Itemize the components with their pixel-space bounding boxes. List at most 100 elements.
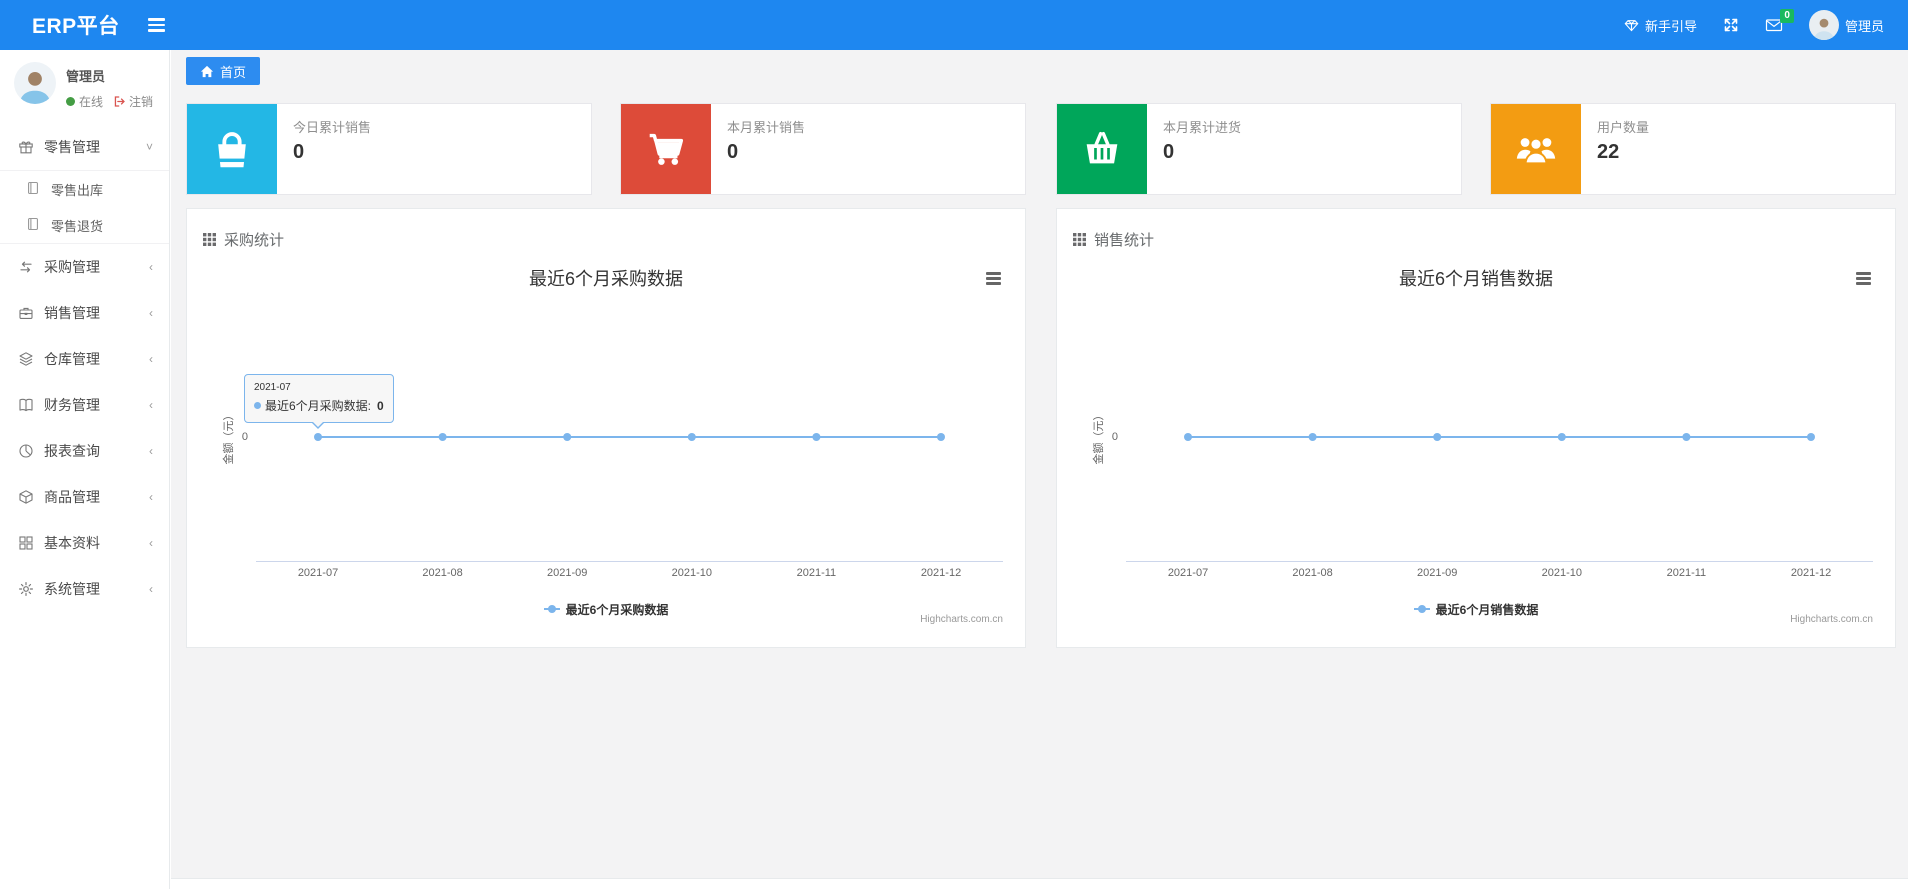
sidebar-item-warehouse[interactable]: 仓库管理 ‹: [0, 336, 169, 382]
chevron-left-icon: ‹: [149, 398, 153, 412]
fullscreen-button[interactable]: [1723, 17, 1739, 33]
stat-label: 今日累计销售: [293, 120, 372, 135]
sidebar-username: 管理员: [66, 69, 106, 84]
purchase-chart: 最近6个月采购数据 金额（元） 2021-07 最近6个月采购数据: 0 最近6…: [202, 255, 1010, 631]
sidebar-item-basic-data[interactable]: 基本资料 ‹: [0, 520, 169, 566]
gear-icon: [18, 581, 34, 597]
avatar: [14, 62, 56, 104]
panel-header: 销售统计: [1057, 209, 1895, 255]
briefcase-icon: [18, 305, 34, 321]
sidebar-item-finance[interactable]: 财务管理 ‹: [0, 382, 169, 428]
chevron-left-icon: ‹: [149, 352, 153, 366]
tooltip-value: 0: [377, 398, 384, 413]
chart-export-menu-icon[interactable]: [983, 269, 1004, 288]
online-status-label: 在线: [79, 95, 104, 109]
guide-button[interactable]: 新手引导: [1624, 16, 1697, 35]
chevron-left-icon: ‹: [149, 306, 153, 320]
sidebar-user-panel: 管理员 在线 注销: [0, 50, 169, 120]
shopping-bag-icon: [187, 104, 277, 194]
legend-line-icon: [543, 605, 560, 613]
book-icon: [18, 397, 34, 413]
fullscreen-icon: [1724, 18, 1738, 32]
stat-card-month-purchases[interactable]: 本月累计进货 0: [1056, 103, 1462, 195]
messages-button[interactable]: 0: [1765, 9, 1794, 33]
sidebar-item-retail-return[interactable]: 零售退货: [0, 207, 169, 243]
x-axis-label: 2021-10: [1541, 567, 1582, 579]
chevron-left-icon: ‹: [149, 260, 153, 274]
y-axis-tick-label: 0: [241, 431, 248, 443]
sidebar-toggle-icon[interactable]: [147, 18, 165, 32]
sidebar-menu: 零售管理 ˅ 零售出库 零售退货 采购管理 ‹ 销售管理 ‹ 仓库管理 ‹ 财务…: [0, 124, 169, 612]
stat-label: 用户数量: [1597, 120, 1650, 135]
x-axis-label: 2021-08: [1292, 567, 1333, 579]
stat-card-user-count[interactable]: 用户数量 22: [1490, 103, 1896, 195]
cart-icon: [621, 104, 711, 194]
guide-label: 新手引导: [1644, 18, 1697, 34]
avatar: [1808, 10, 1839, 40]
data-point-marker[interactable]: [438, 433, 447, 441]
data-point-marker[interactable]: [1308, 433, 1317, 441]
panel-purchase-stats: 采购统计 最近6个月采购数据 金额（元） 2021-07 最近6个月采购数据: …: [186, 208, 1026, 648]
sidebar-item-purchase[interactable]: 采购管理 ‹: [0, 244, 169, 290]
data-point-marker[interactable]: [1184, 433, 1192, 441]
data-point-marker[interactable]: [563, 433, 572, 441]
legend-item[interactable]: 最近6个月采购数据: [543, 601, 668, 618]
chart-credits[interactable]: Highcharts.com.cn: [1790, 614, 1873, 625]
chart-credits[interactable]: Highcharts.com.cn: [920, 614, 1003, 625]
grid-icon: [18, 535, 34, 551]
logout-button[interactable]: 注销: [113, 93, 153, 110]
chevron-left-icon: ‹: [149, 582, 153, 596]
x-axis-label: 2021-10: [671, 567, 712, 579]
sidebar-item-products[interactable]: 商品管理 ‹: [0, 474, 169, 520]
gift-icon: [18, 139, 34, 155]
user-menu[interactable]: 管理员: [1808, 10, 1884, 40]
x-axis-label: 2021-07: [297, 567, 339, 579]
page-footer: [171, 878, 1908, 889]
pie-chart-icon: [18, 443, 34, 459]
sidebar-item-reports[interactable]: 报表查询 ‹: [0, 428, 169, 474]
cube-icon: [18, 489, 34, 505]
data-point-marker[interactable]: [812, 433, 821, 441]
data-point-marker[interactable]: [314, 433, 322, 441]
sidebar: 管理员 在线 注销 零售管理 ˅ 零售出库 零售退货 采购管理 ‹ 销售管理 ‹…: [0, 50, 170, 889]
x-axis-label: 2021-09: [1417, 567, 1458, 579]
panel-title: 销售统计: [1094, 232, 1155, 249]
tab-home[interactable]: 首页: [186, 57, 261, 85]
x-axis-label: 2021-11: [796, 567, 837, 579]
legend-label: 最近6个月销售数据: [1435, 602, 1539, 617]
username-label: 管理员: [1844, 18, 1884, 34]
data-point-marker[interactable]: [937, 433, 945, 441]
legend-item[interactable]: 最近6个月销售数据: [1413, 601, 1539, 618]
stat-value: 0: [727, 141, 739, 163]
online-status-icon: [66, 97, 75, 106]
sidebar-item-retail[interactable]: 零售管理 ˅: [0, 124, 169, 170]
sidebar-item-sales[interactable]: 销售管理 ‹: [0, 290, 169, 336]
panel-header: 采购统计: [187, 209, 1025, 255]
data-point-marker[interactable]: [1682, 433, 1691, 441]
stat-label: 本月累计进货: [1163, 120, 1242, 135]
main-content: 首页 今日累计销售 0 本月累计销售 0 本月累计进货 0 用户数量 22 采购…: [171, 50, 1908, 889]
sidebar-item-retail-outbound[interactable]: 零售出库: [0, 171, 169, 207]
th-grid-icon: [1073, 233, 1086, 246]
data-point-marker[interactable]: [1557, 433, 1566, 441]
chart-export-menu-icon[interactable]: [1853, 269, 1874, 288]
stat-card-today-sales[interactable]: 今日累计销售 0: [186, 103, 592, 195]
stat-value: 0: [1163, 141, 1175, 163]
th-grid-icon: [203, 233, 216, 246]
chart-title: 最近6个月销售数据: [1398, 269, 1553, 289]
retail-submenu: 零售出库 零售退货: [0, 170, 169, 244]
x-axis-label: 2021-07: [1167, 567, 1209, 579]
data-point-marker[interactable]: [1807, 433, 1815, 441]
sidebar-item-system[interactable]: 系统管理 ‹: [0, 566, 169, 612]
chart-legend: 最近6个月销售数据: [1072, 597, 1880, 618]
data-point-marker[interactable]: [1433, 433, 1442, 441]
series-dot-icon: [254, 402, 261, 409]
stat-card-month-sales[interactable]: 本月累计销售 0: [620, 103, 1026, 195]
chevron-left-icon: ‹: [149, 444, 153, 458]
tooltip-date: 2021-07: [254, 382, 291, 393]
sign-out-icon: [114, 96, 125, 107]
data-point-marker[interactable]: [687, 433, 696, 441]
file-icon: [26, 181, 42, 197]
chart-title: 最近6个月采购数据: [528, 269, 683, 289]
chevron-left-icon: ‹: [149, 536, 153, 550]
